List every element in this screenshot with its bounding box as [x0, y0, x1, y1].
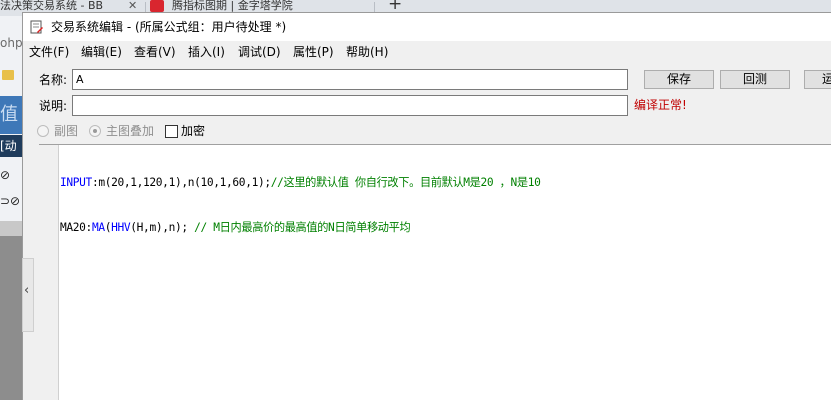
code-keyword: MA [91, 221, 105, 234]
background-text: ohp [0, 36, 22, 50]
window-titlebar[interactable]: 交易系统编辑 - (所属公式组：用户待处理 *) [23, 13, 831, 41]
code-line-1: INPUT:m(20,1,120,1),n(10,1,60,1);//这里的默认… [60, 175, 541, 190]
compile-status: 编译正常! [634, 98, 687, 112]
name-label: 名称: [39, 73, 68, 87]
panel-collapse-handle[interactable]: ‹ [22, 258, 34, 332]
menu-properties[interactable]: 属性(P) [293, 44, 334, 60]
window-title: 交易系统编辑 - (所属公式组：用户待处理 *) [51, 20, 287, 34]
save-button[interactable]: 保存 [644, 70, 714, 89]
radio-selected-icon [89, 125, 101, 137]
name-input[interactable]: A [72, 69, 628, 90]
menu-view[interactable]: 查看(V) [134, 44, 176, 60]
background-text: [动 [0, 139, 17, 153]
menu-insert[interactable]: 插入(I) [188, 44, 225, 60]
background-banner: 值 [0, 96, 22, 134]
background-text: 值 [0, 104, 18, 125]
editor-app-icon [30, 20, 43, 34]
code-comment: // M日内最高价的最高值的N日简单移动平均 [194, 221, 411, 234]
menu-help[interactable]: 帮助(H) [346, 44, 388, 60]
code-text: (H,m),n); [130, 221, 195, 234]
menu-bar: 文件(F) 编辑(E) 查看(V) 插入(I) 调试(D) 属性(P) 帮助(H… [23, 41, 831, 63]
menu-edit[interactable]: 编辑(E) [81, 44, 122, 60]
background-banner-dark: [动 [0, 135, 22, 157]
encrypt-checkbox[interactable]: 加密 [165, 123, 225, 139]
radio-icon [37, 125, 49, 137]
line-gutter [39, 145, 59, 400]
code-editor[interactable]: INPUT:m(20,1,120,1),n(10,1,60,1);//这里的默认… [39, 144, 831, 400]
code-text: MA20: [60, 221, 92, 234]
menu-file[interactable]: 文件(F) [29, 44, 69, 60]
code-text: :m(20,1,120,1),n(10,1,60,1); [91, 176, 271, 189]
mainchart-overlay-radio[interactable]: 主图叠加 [89, 123, 169, 139]
chevron-left-icon: ‹ [24, 283, 30, 298]
nav-arrows-icon: ⊃⊘ [0, 194, 21, 208]
background-browser-page: ohp 值 [动 ⊘ ⊃⊘ [0, 16, 22, 400]
backtest-button[interactable]: 回测 [720, 70, 790, 89]
background-panel [0, 221, 22, 236]
code-keyword: INPUT [60, 176, 92, 189]
folder-icon [2, 70, 14, 80]
code-comment: //这里的默认值 你自行改下。目前默认M是20 ，N是10 [270, 176, 541, 189]
encrypt-label: 加密 [181, 124, 206, 138]
subchart-radio-label: 副图 [54, 124, 79, 138]
description-input[interactable] [72, 95, 628, 116]
code-content[interactable]: INPUT:m(20,1,120,1),n(10,1,60,1);//这里的默认… [60, 145, 541, 265]
mainchart-overlay-label: 主图叠加 [106, 124, 155, 138]
refresh-icon: ⊘ [0, 168, 11, 182]
close-icon[interactable]: ✕ [128, 0, 137, 11]
formula-editor-window: 交易系统编辑 - (所属公式组：用户待处理 *) 文件(F) 编辑(E) 查看(… [22, 12, 831, 400]
menu-debug[interactable]: 调试(D) [238, 44, 281, 60]
description-label: 说明: [39, 99, 68, 113]
checkbox-icon [165, 125, 178, 138]
subchart-radio[interactable]: 副图 [37, 123, 97, 139]
background-panel [0, 236, 22, 400]
run-button[interactable]: 运 [804, 70, 831, 89]
code-line-2: MA20:MA(HHV(H,m),n); // M日内最高价的最高值的N日简单移… [60, 220, 541, 235]
code-keyword: HHV [111, 221, 131, 234]
